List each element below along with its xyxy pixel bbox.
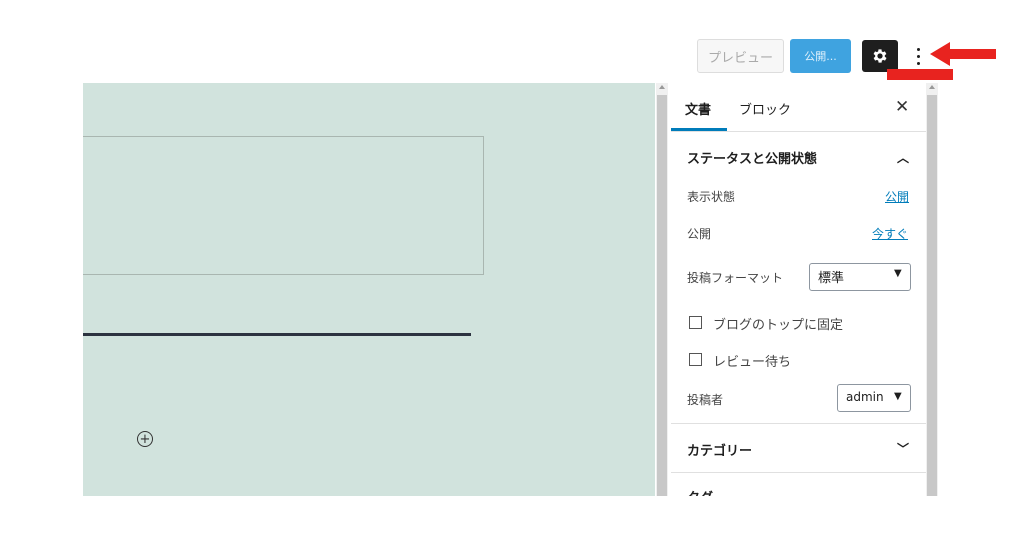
- chevron-down-icon: ▼: [894, 391, 902, 402]
- scroll-up-icon[interactable]: [929, 85, 935, 89]
- sticky-label[interactable]: ブログのトップに固定: [713, 314, 843, 333]
- author-value: admin: [846, 390, 884, 404]
- section-divider: [671, 472, 926, 473]
- status-section-title[interactable]: ステータスと公開状態: [687, 148, 817, 167]
- settings-button[interactable]: [862, 40, 898, 72]
- scroll-up-icon[interactable]: [659, 85, 665, 89]
- editor-scrollbar-thumb[interactable]: [657, 95, 667, 496]
- gear-icon: [873, 49, 887, 63]
- post-format-label: 投稿フォーマット: [687, 271, 784, 285]
- red-arrow-icon: [930, 42, 996, 66]
- more-vertical-icon: [916, 47, 920, 51]
- highlight-underline: [887, 69, 953, 80]
- author-select[interactable]: admin ▼: [837, 384, 911, 412]
- sidebar-scrollbar[interactable]: [926, 83, 938, 496]
- publish-button[interactable]: 公開...: [790, 39, 851, 73]
- sidebar-scrollbar-thumb[interactable]: [927, 95, 937, 496]
- section-divider: [671, 423, 926, 424]
- pending-review-checkbox[interactable]: [689, 353, 702, 366]
- chevron-down-icon[interactable]: ﹀: [897, 440, 909, 457]
- visibility-label: 表示状態: [687, 190, 736, 204]
- sidebar-tabs: 文書 ブロック ✕: [671, 83, 926, 132]
- more-options-button[interactable]: [906, 40, 930, 72]
- chevron-up-icon[interactable]: ︿: [897, 487, 909, 496]
- post-format-value: 標準: [818, 271, 845, 286]
- tags-section-title[interactable]: タグ: [687, 487, 713, 496]
- author-label: 投稿者: [687, 393, 724, 407]
- tab-block[interactable]: ブロック: [739, 99, 791, 118]
- publish-date-link[interactable]: 今すぐ: [872, 225, 908, 242]
- publish-label: 公開: [687, 227, 712, 241]
- post-format-select[interactable]: 標準 ▼: [809, 263, 911, 291]
- tab-document[interactable]: 文書: [685, 99, 711, 118]
- categories-section-title[interactable]: カテゴリー: [687, 440, 752, 459]
- close-icon[interactable]: ✕: [895, 97, 909, 117]
- visibility-link[interactable]: 公開: [885, 188, 909, 205]
- separator-block[interactable]: [83, 333, 471, 336]
- pending-review-label[interactable]: レビュー待ち: [713, 351, 791, 370]
- chevron-down-icon: ▼: [894, 268, 902, 279]
- sticky-checkbox[interactable]: [689, 316, 702, 329]
- editor-block-frame[interactable]: [83, 136, 484, 275]
- preview-button[interactable]: プレビュー: [697, 39, 784, 73]
- active-tab-indicator: [671, 128, 727, 131]
- settings-sidebar: 文書 ブロック ✕ ステータスと公開状態 ︿ 表示状態 公開 公開 今すぐ 投稿…: [671, 83, 926, 496]
- plus-circle-icon[interactable]: +: [137, 431, 153, 447]
- editor-scrollbar[interactable]: [656, 83, 668, 496]
- chevron-up-icon[interactable]: ︿: [897, 149, 909, 166]
